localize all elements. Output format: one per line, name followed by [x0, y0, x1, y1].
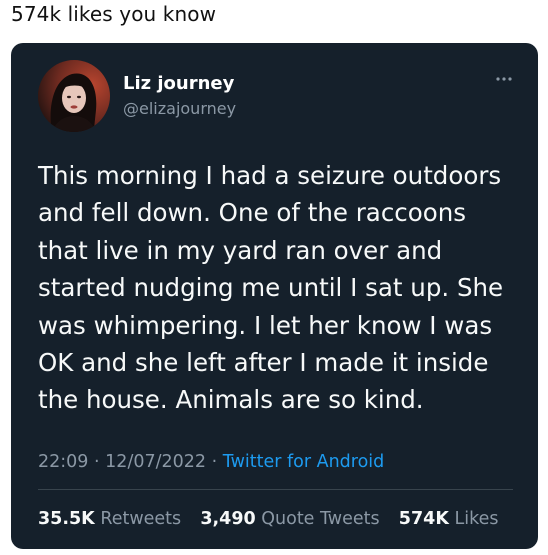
quote-tweets-label: Quote Tweets: [261, 509, 380, 529]
tweet-date[interactable]: 12/07/2022: [105, 452, 206, 472]
quote-tweets-stat[interactable]: 3,490 Quote Tweets: [200, 509, 385, 529]
likes-label: Likes: [454, 509, 499, 529]
retweets-stat[interactable]: 35.5K Retweets: [38, 509, 187, 529]
stats-divider: [38, 489, 513, 490]
retweets-label: Retweets: [100, 509, 182, 529]
author-name[interactable]: Liz journey: [123, 73, 234, 94]
tweet-time[interactable]: 22:09: [38, 452, 88, 472]
author-avatar[interactable]: [38, 60, 110, 132]
tweet-metadata: 22:09 · 12/07/2022 · Twitter for Android: [38, 452, 384, 472]
author-handle[interactable]: @elizajourney: [123, 99, 236, 118]
tweet-card: Liz journey @elizajourney This morning I…: [11, 43, 538, 549]
avatar-image: [38, 60, 110, 132]
meta-separator: ·: [211, 452, 218, 472]
meta-separator: ·: [94, 452, 100, 472]
post-caption: 574k likes you know: [11, 2, 217, 26]
tweet-source-link[interactable]: Twitter for Android: [223, 452, 385, 472]
tweet-stats: 35.5K Retweets 3,490 Quote Tweets 574K L…: [38, 509, 498, 529]
tweet-text: This morning I had a seizure outdoors an…: [38, 161, 504, 415]
likes-stat[interactable]: 574K Likes: [399, 509, 499, 529]
likes-count: 574K: [398, 509, 449, 529]
quote-tweets-count: 3,490: [200, 509, 256, 529]
more-options-icon[interactable]: [493, 71, 515, 85]
retweets-count: 35.5K: [38, 509, 95, 529]
